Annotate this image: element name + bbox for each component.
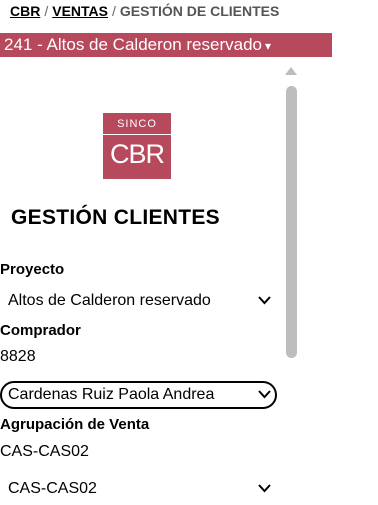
comprador-label: Comprador bbox=[0, 322, 81, 339]
proyecto-select-value: Altos de Calderon reservado bbox=[8, 292, 211, 309]
breadcrumb-separator: / bbox=[111, 3, 116, 19]
logo-main-text: CBR bbox=[109, 139, 165, 169]
scroll-up-arrow-icon[interactable] bbox=[285, 67, 297, 75]
project-selector-label: 241 - Altos de Calderon reservado bbox=[4, 35, 262, 54]
comprador-select-value: Cardenas Ruiz Paola Andrea bbox=[8, 386, 215, 403]
chevron-down-icon bbox=[258, 475, 271, 493]
comprador-id-value: 8828 bbox=[0, 348, 36, 365]
comprador-select[interactable]: Cardenas Ruiz Paola Andrea bbox=[0, 381, 277, 409]
caret-down-icon: ▾ bbox=[265, 39, 272, 53]
agrupacion-select[interactable]: CAS-CAS02 bbox=[0, 475, 277, 503]
breadcrumb-link-ventas[interactable]: VENTAS bbox=[52, 3, 108, 19]
page-title: GESTIÓN CLIENTES bbox=[11, 206, 220, 229]
proyecto-label: Proyecto bbox=[0, 261, 65, 278]
agrupacion-input[interactable]: CAS-CAS02 bbox=[0, 438, 277, 466]
project-selector[interactable]: 241 - Altos de Calderon reservado ▾ bbox=[0, 33, 332, 57]
logo-divider bbox=[103, 134, 171, 135]
breadcrumb-current: GESTIÓN DE CLIENTES bbox=[119, 3, 280, 19]
breadcrumb-separator: / bbox=[44, 3, 49, 19]
breadcrumb: CBR / VENTAS / GESTIÓN DE CLIENTES bbox=[10, 3, 279, 19]
comprador-id-input[interactable]: 8828 bbox=[0, 343, 277, 371]
chevron-down-icon bbox=[258, 383, 271, 399]
chevron-down-icon bbox=[258, 287, 271, 305]
agrupacion-label: Agrupación de Venta bbox=[0, 416, 150, 433]
logo-top-text: SINCO bbox=[117, 118, 157, 130]
breadcrumb-link-cbr[interactable]: CBR bbox=[10, 3, 40, 19]
agrupacion-input-value: CAS-CAS02 bbox=[0, 443, 89, 460]
sinco-cbr-logo: SINCO CBR bbox=[103, 113, 171, 179]
proyecto-select[interactable]: Altos de Calderon reservado bbox=[0, 287, 277, 315]
agrupacion-select-value: CAS-CAS02 bbox=[8, 480, 97, 497]
scrollbar-thumb[interactable] bbox=[286, 86, 297, 358]
